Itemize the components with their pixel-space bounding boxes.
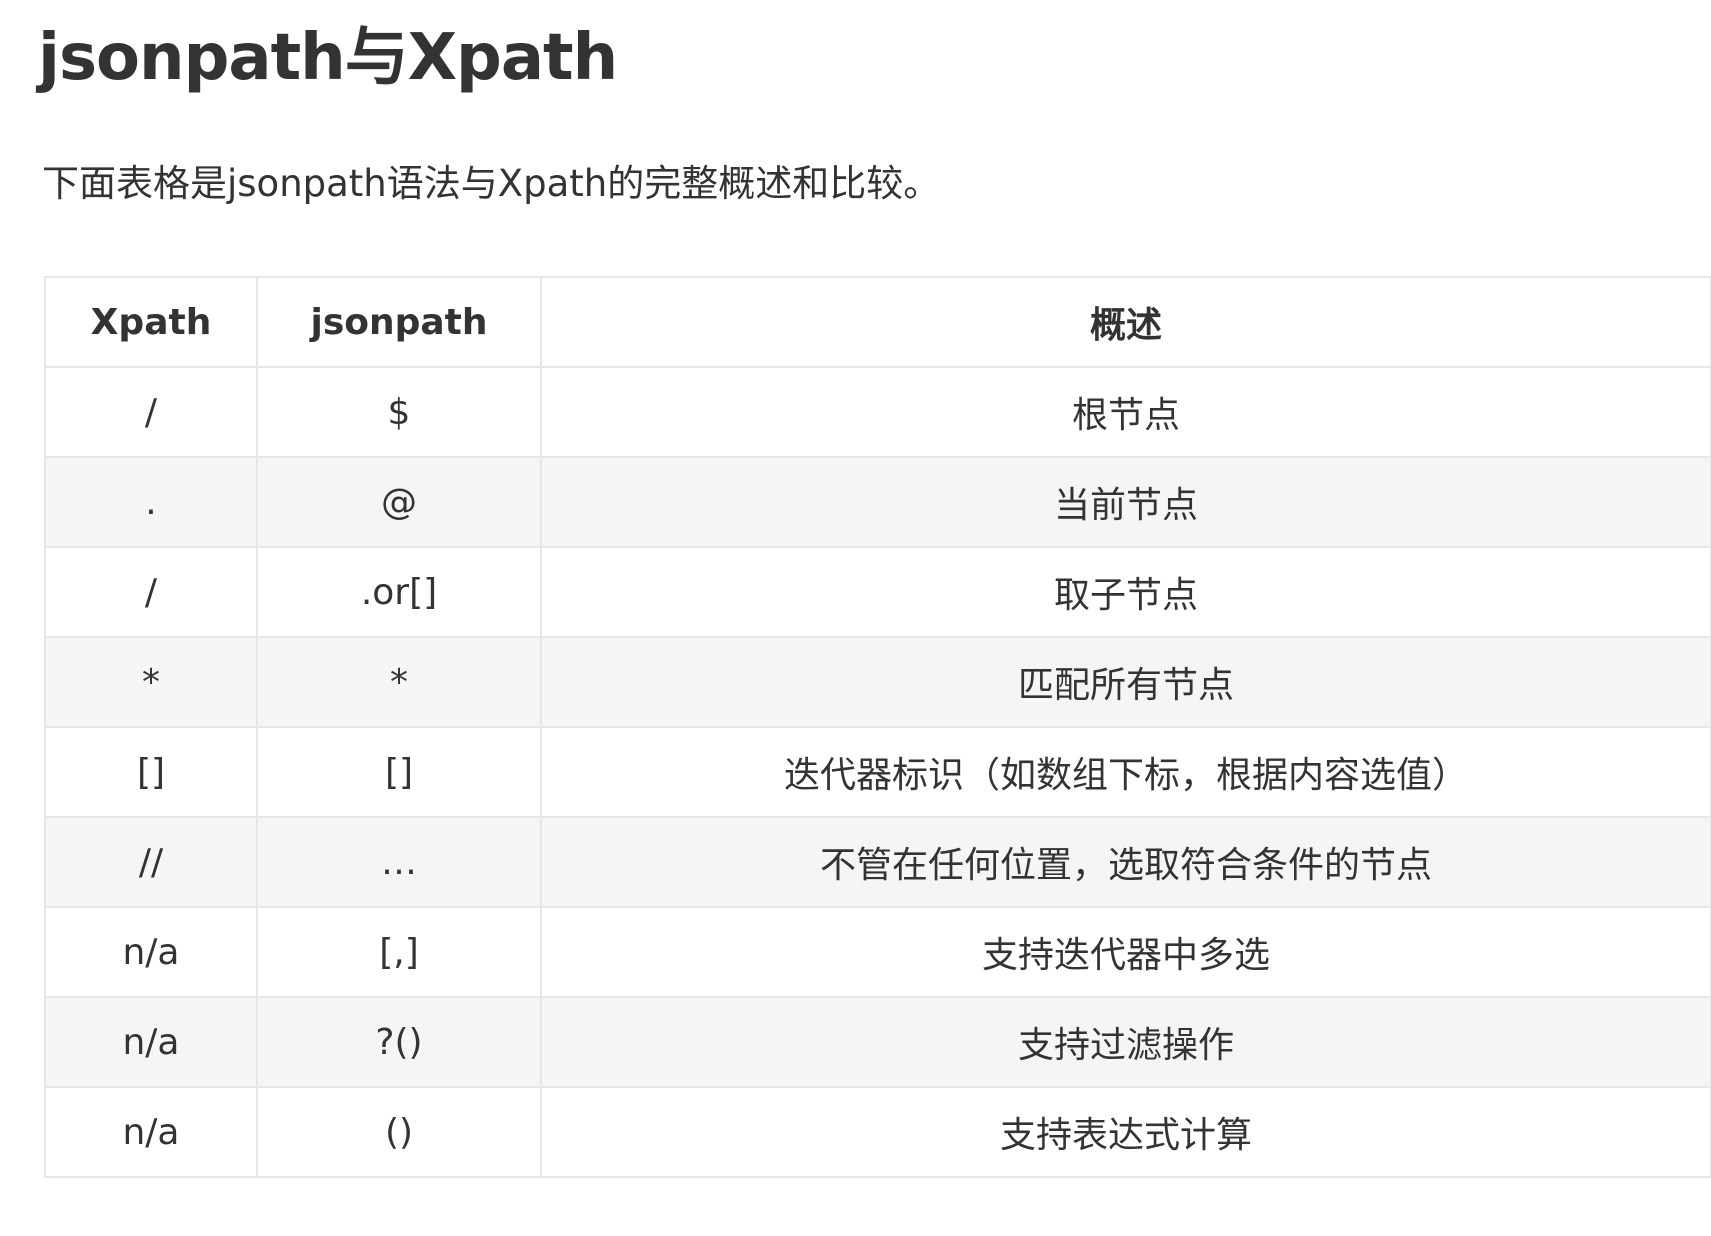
cell-jsonpath: $ (256, 366, 542, 458)
table-row: [] [] 迭代器标识（如数组下标，根据内容选值） (44, 726, 1711, 818)
cell-jsonpath: ?() (256, 996, 542, 1088)
page-title: jsonpath与Xpath (38, 21, 618, 95)
cell-xpath: / (44, 546, 258, 638)
cell-jsonpath: () (256, 1086, 542, 1178)
cell-description: 支持表达式计算 (540, 1086, 1711, 1178)
cell-xpath: n/a (44, 1086, 258, 1178)
cell-xpath: n/a (44, 906, 258, 998)
cell-xpath: n/a (44, 996, 258, 1088)
cell-description: 迭代器标识（如数组下标，根据内容选值） (540, 726, 1711, 818)
table-row: * * 匹配所有节点 (44, 636, 1711, 728)
table-row: n/a ?() 支持过滤操作 (44, 996, 1711, 1088)
cell-xpath: . (44, 456, 258, 548)
cell-xpath: [] (44, 726, 258, 818)
table-header-row: Xpath jsonpath 概述 (44, 276, 1711, 368)
header-description: 概述 (540, 276, 1711, 368)
table-row: n/a () 支持表达式计算 (44, 1086, 1711, 1178)
table-row: . @ 当前节点 (44, 456, 1711, 548)
cell-jsonpath: [,] (256, 906, 542, 998)
cell-description: 支持迭代器中多选 (540, 906, 1711, 998)
header-jsonpath: jsonpath (256, 276, 542, 368)
cell-jsonpath: … (256, 816, 542, 908)
cell-jsonpath: .or[] (256, 546, 542, 638)
cell-jsonpath: * (256, 636, 542, 728)
cell-description: 支持过滤操作 (540, 996, 1711, 1088)
document-page: jsonpath与Xpath 下面表格是jsonpath语法与Xpath的完整概… (0, 0, 1711, 1236)
cell-description: 当前节点 (540, 456, 1711, 548)
intro-paragraph: 下面表格是jsonpath语法与Xpath的完整概述和比较。 (42, 162, 941, 205)
table-row: / $ 根节点 (44, 366, 1711, 458)
cell-xpath: // (44, 816, 258, 908)
cell-jsonpath: @ (256, 456, 542, 548)
header-xpath: Xpath (44, 276, 258, 368)
cell-jsonpath: [] (256, 726, 542, 818)
cell-xpath: * (44, 636, 258, 728)
cell-xpath: / (44, 366, 258, 458)
comparison-table: Xpath jsonpath 概述 / $ 根节点 . @ 当前节点 / .or… (44, 276, 1711, 1178)
cell-description: 匹配所有节点 (540, 636, 1711, 728)
cell-description: 取子节点 (540, 546, 1711, 638)
table-row: / .or[] 取子节点 (44, 546, 1711, 638)
table-row: n/a [,] 支持迭代器中多选 (44, 906, 1711, 998)
table-row: // … 不管在任何位置，选取符合条件的节点 (44, 816, 1711, 908)
cell-description: 根节点 (540, 366, 1711, 458)
cell-description: 不管在任何位置，选取符合条件的节点 (540, 816, 1711, 908)
